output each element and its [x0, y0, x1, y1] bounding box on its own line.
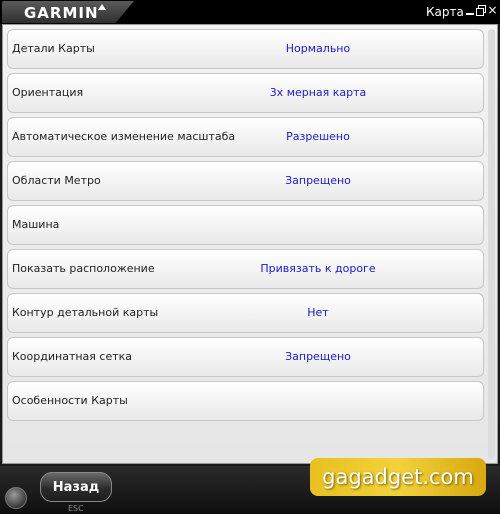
setting-label: Области Метро — [12, 174, 101, 187]
setting-label: Особенности Карты — [12, 394, 128, 407]
esc-hint: ESC — [68, 504, 84, 513]
watermark-text: gagadget.com — [322, 465, 474, 489]
setting-metro-areas[interactable]: Области Метро Запрещено — [7, 161, 484, 201]
setting-value: Запрещено — [285, 174, 351, 187]
settings-panel: Детали Карты Нормально Ориентация 3х мер… — [2, 24, 498, 464]
setting-value: 3х мерная карта — [269, 86, 367, 99]
setting-value: Привязать к дороге — [260, 262, 376, 275]
setting-auto-zoom[interactable]: Автоматическое изменение масштаба Разреш… — [7, 117, 484, 157]
setting-label: Автоматическое изменение масштаба — [12, 130, 236, 143]
restore-icon[interactable] — [475, 4, 486, 16]
setting-value: Запрещено — [285, 350, 351, 363]
garmin-logo: GARMIN — [2, 1, 134, 23]
window-title: Карта — [426, 5, 464, 19]
bottom-bar: Назад ESC gagadget.com — [0, 458, 500, 514]
setting-detail-outline[interactable]: Контур детальной карты Нет — [7, 293, 484, 333]
setting-value: Нормально — [285, 42, 351, 55]
setting-orientation[interactable]: Ориентация 3х мерная карта — [7, 73, 484, 113]
setting-label: Ориентация — [12, 86, 84, 99]
scrollbar-track[interactable] — [488, 29, 495, 459]
setting-label: Координатная сетка — [12, 350, 133, 363]
setting-label: Контур детальной карты — [12, 306, 159, 319]
back-button[interactable]: Назад — [40, 472, 112, 502]
setting-grid[interactable]: Координатная сетка Запрещено — [7, 337, 484, 377]
close-icon[interactable]: × — [487, 4, 498, 16]
setting-value: Нет — [307, 306, 329, 319]
setting-map-features[interactable]: Особенности Карты — [7, 381, 484, 421]
brand-name: GARMIN — [24, 4, 99, 22]
setting-map-detail[interactable]: Детали Карты Нормально — [7, 29, 484, 69]
settings-list: Детали Карты Нормально Ориентация 3х мер… — [7, 29, 484, 425]
setting-label: Машина — [12, 218, 60, 231]
logo-triangle-icon — [98, 4, 106, 10]
setting-label: Детали Карты — [12, 42, 95, 55]
watermark-logo: gagadget.com — [310, 458, 486, 496]
minimize-icon[interactable] — [464, 4, 475, 16]
menu-orb-icon[interactable] — [5, 487, 27, 509]
setting-label: Показать расположение — [12, 262, 155, 275]
setting-show-location[interactable]: Показать расположение Привязать к дороге — [7, 249, 484, 289]
setting-vehicle[interactable]: Машина — [7, 205, 484, 245]
title-bar: GARMIN Карта × — [0, 0, 500, 24]
setting-value: Разрешено — [286, 130, 350, 143]
